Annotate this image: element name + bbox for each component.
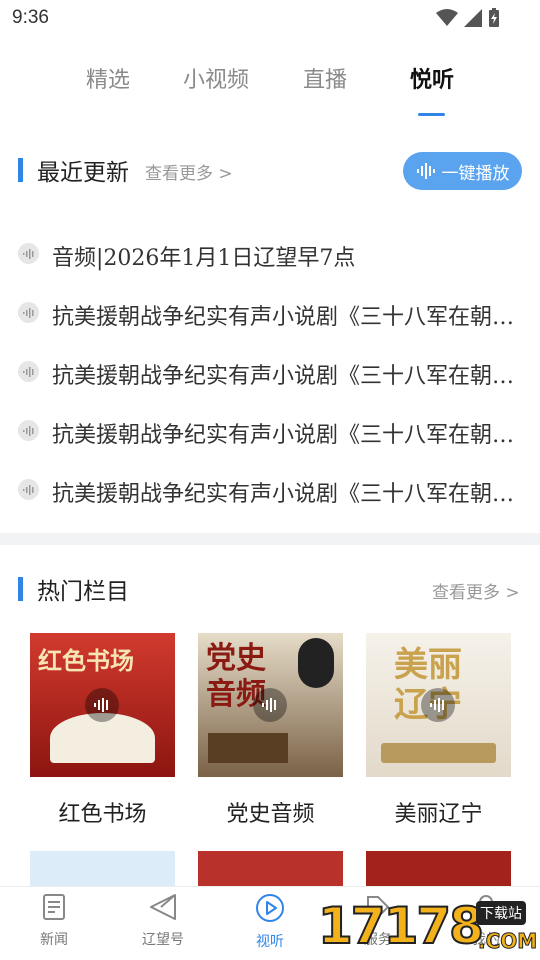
wifi-icon	[436, 9, 458, 26]
audio-play-icon	[421, 688, 455, 722]
watermark-domain: .COM	[477, 929, 538, 954]
column-thumbnail: 美丽辽宁	[366, 633, 511, 777]
status-time: 9:36	[12, 7, 49, 28]
column-card-beautiful-liaoning[interactable]: 美丽辽宁 美丽辽宁	[366, 633, 511, 827]
play-circle-icon	[256, 894, 284, 922]
list-item-title: 音频|2026年1月1日辽望早7点	[52, 246, 356, 271]
hot-section-header: 热门栏目 查看更多 >	[0, 569, 540, 609]
column-thumbnail: 红色书场	[30, 633, 175, 777]
column-card-partial[interactable]	[30, 851, 175, 886]
section-accent-bar	[18, 158, 23, 182]
thumbnail-title: 红色书场	[38, 646, 134, 675]
battery-icon	[489, 8, 499, 27]
microphone-graphic	[298, 638, 334, 688]
column-caption: 红色书场	[58, 802, 147, 827]
column-caption: 美丽辽宁	[394, 802, 483, 827]
nav-liaowang[interactable]: 辽望号	[123, 893, 203, 949]
nav-label: 视听	[256, 934, 284, 950]
nav-label: 辽望号	[142, 932, 184, 948]
tab-listen[interactable]: 悦听	[410, 62, 454, 94]
list-item-title: 抗美援朝战争纪实有声小说剧《三十八军在朝鲜》	[52, 423, 522, 448]
audio-wave-icon	[18, 420, 39, 441]
audio-wave-icon	[18, 361, 39, 382]
column-thumbnail: 党史音频	[198, 633, 343, 777]
column-caption: 党史音频	[226, 802, 315, 827]
nav-label: 新闻	[40, 932, 68, 948]
column-card-partial[interactable]	[198, 851, 343, 886]
column-card-party-history[interactable]: 党史音频 党史音频	[198, 633, 343, 827]
list-item-title: 抗美援朝战争纪实有声小说剧《三十八军在朝鲜》	[52, 364, 522, 389]
books-graphic	[208, 733, 288, 763]
section-divider	[0, 533, 540, 545]
site-watermark-logo: 17178 下载站 .COM	[317, 895, 540, 960]
play-all-button[interactable]: 一键播放	[403, 152, 522, 190]
audio-play-icon	[85, 688, 119, 722]
tab-live[interactable]: 直播	[303, 62, 347, 94]
audio-wave-icon	[18, 302, 39, 323]
audio-wave-icon	[416, 163, 435, 179]
send-icon	[150, 894, 176, 920]
list-item[interactable]: 抗美援朝战争纪实有声小说剧《三十八军在朝鲜》	[0, 470, 540, 510]
status-icons	[436, 8, 500, 28]
play-all-label: 一键播放	[441, 163, 510, 184]
audio-wave-icon	[18, 479, 39, 500]
hot-view-more-link[interactable]: 查看更多 >	[432, 578, 520, 603]
audio-wave-icon	[18, 243, 39, 264]
nav-audiovisual[interactable]: 视听	[230, 893, 310, 951]
list-item[interactable]: 音频|2026年1月1日辽望早7点	[0, 234, 540, 274]
signal-icon	[464, 9, 482, 27]
hot-section-title: 热门栏目	[37, 579, 129, 605]
recent-section-title: 最近更新	[37, 160, 129, 186]
watermark-number: 17178	[317, 896, 485, 956]
list-item[interactable]: 抗美援朝战争纪实有声小说剧《三十八军在朝鲜》	[0, 352, 540, 392]
tab-short-video[interactable]: 小视频	[183, 62, 249, 94]
audio-play-icon	[253, 688, 287, 722]
tab-featured[interactable]: 精选	[86, 62, 130, 94]
list-item[interactable]: 抗美援朝战争纪实有声小说剧《三十八军在朝鲜》	[0, 293, 540, 333]
watermark-subtitle: 下载站	[476, 901, 526, 925]
list-item-title: 抗美援朝战争纪实有声小说剧《三十八军在朝鲜》	[52, 482, 522, 507]
channel-tabs: 精选 小视频 直播 悦听	[0, 52, 540, 122]
recent-view-more-link[interactable]: 查看更多 >	[145, 159, 233, 184]
status-bar: 9:36	[0, 0, 540, 36]
column-card-red-story[interactable]: 红色书场 红色书场	[30, 633, 175, 827]
list-item[interactable]: 抗美援朝战争纪实有声小说剧《三十八军在朝鲜》	[0, 411, 540, 451]
palace-graphic	[381, 743, 496, 763]
active-tab-indicator	[418, 113, 445, 116]
news-icon	[43, 894, 65, 920]
nav-news[interactable]: 新闻	[14, 893, 94, 949]
list-item-title: 抗美援朝战争纪实有声小说剧《三十八军在朝鲜》	[52, 305, 522, 330]
column-card-partial[interactable]	[366, 851, 511, 886]
section-accent-bar	[18, 577, 23, 601]
